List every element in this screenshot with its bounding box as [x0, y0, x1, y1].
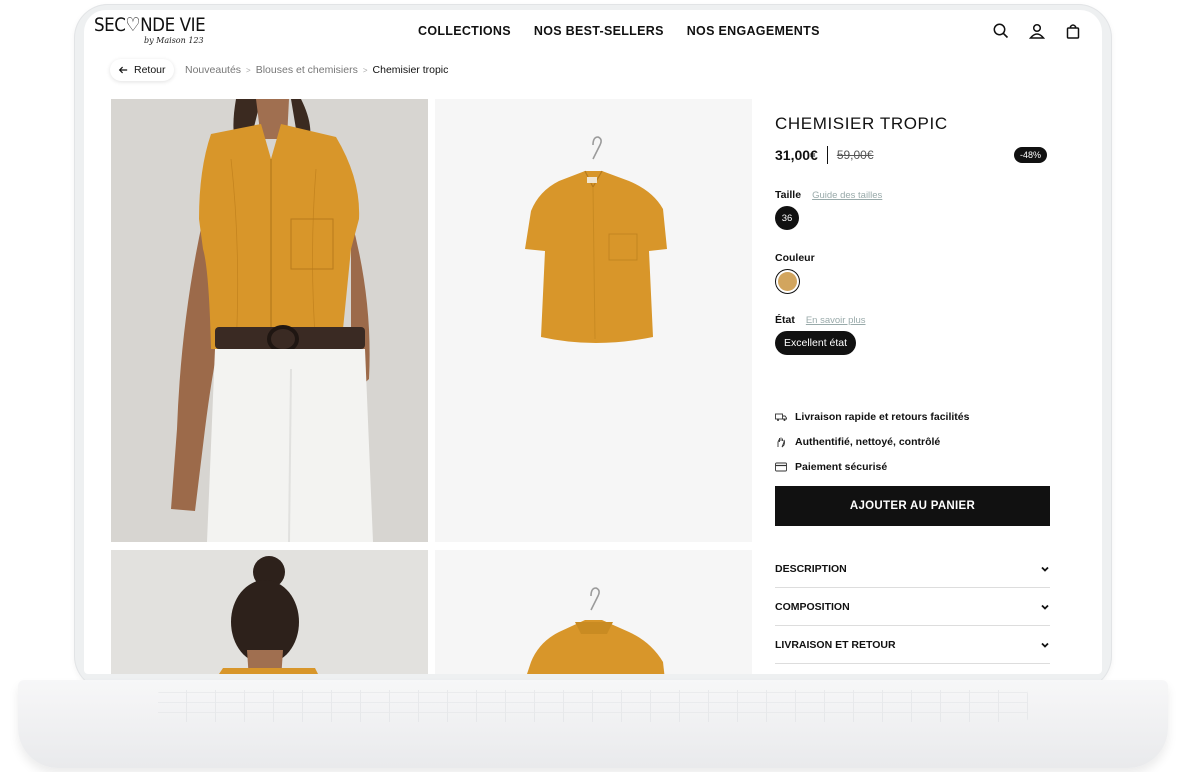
price-current: 31,00€ [775, 147, 818, 163]
color-swatch-fill [778, 272, 797, 291]
discount-badge: -48% [1014, 147, 1048, 163]
size-option-36[interactable]: 36 [775, 206, 799, 230]
price-divider [826, 146, 828, 164]
feature-authentic: Authentifié, nettoyé, contrôlé [775, 436, 940, 448]
back-label: Retour [134, 64, 166, 76]
product-photo-model-back[interactable] [111, 550, 428, 674]
card-icon [775, 462, 787, 472]
accordion-composition-label: COMPOSITION [775, 600, 850, 613]
state-option[interactable]: Excellent état [775, 331, 857, 355]
main-nav: COLLECTIONS NOS BEST-SELLERS NOS ENGAGEM… [418, 24, 820, 38]
size-row: Taille Guide des tailles [775, 189, 882, 201]
breadcrumb-new[interactable]: Nouveautés [185, 64, 241, 76]
product-photo-model-front[interactable] [111, 99, 428, 542]
feature-delivery-text: Livraison rapide et retours facilités [795, 411, 970, 423]
feature-payment-text: Paiement sécurisé [795, 461, 888, 473]
price-old: 59,00€ [836, 148, 874, 162]
nav-best-sellers[interactable]: NOS BEST-SELLERS [534, 24, 664, 38]
feature-payment: Paiement sécurisé [775, 461, 887, 473]
size-label: Taille [775, 189, 802, 201]
size-guide-link[interactable]: Guide des tailles [812, 190, 882, 201]
color-swatch[interactable] [775, 269, 800, 294]
search-icon[interactable] [992, 22, 1010, 40]
add-to-cart-button[interactable]: AJOUTER AU PANIER [775, 486, 1050, 526]
site-header: SEC♡NDE VIE by Maison 123 COLLECTIONS NO… [84, 10, 1102, 54]
logo-text: SEC♡NDE VIE [94, 14, 206, 36]
breadcrumb: Nouveautés > Blouses et chemisiers > Che… [185, 64, 448, 76]
breadcrumb-blouses[interactable]: Blouses et chemisiers [256, 64, 358, 76]
product-title: CHEMISIER TROPIC [775, 114, 948, 133]
chevron-down-icon [1041, 566, 1049, 572]
accordion-description[interactable]: DESCRIPTION [775, 550, 1050, 588]
brand-logo[interactable]: SEC♡NDE VIE by Maison 123 [94, 13, 206, 49]
arrow-left-icon [118, 66, 128, 74]
feature-delivery: Livraison rapide et retours facilités [775, 411, 969, 423]
color-row: Couleur [775, 252, 815, 264]
color-label: Couleur [775, 252, 815, 264]
accordion-composition[interactable]: COMPOSITION [775, 588, 1050, 626]
chevron-down-icon [1041, 642, 1049, 648]
chevron-right-icon: > [362, 65, 368, 75]
product-photo-hanger-front[interactable] [435, 99, 752, 542]
state-label: État [775, 314, 795, 326]
logo-subtitle: by Maison 123 [144, 36, 204, 45]
breadcrumb-current: Chemisier tropic [372, 64, 449, 76]
nav-engagements[interactable]: NOS ENGAGEMENTS [687, 24, 820, 38]
accordion-shipping[interactable]: LIVRAISON ET RETOUR [775, 626, 1050, 664]
browser-screen: SEC♡NDE VIE by Maison 123 COLLECTIONS NO… [84, 10, 1102, 674]
chevron-down-icon [1041, 604, 1049, 610]
product-photo-hanger-back[interactable] [435, 550, 752, 674]
hand-icon [777, 437, 785, 448]
state-more-link[interactable]: En savoir plus [806, 315, 866, 326]
accordion-description-label: DESCRIPTION [775, 562, 847, 575]
header-icons [992, 22, 1082, 40]
accordion-shipping-label: LIVRAISON ET RETOUR [775, 638, 896, 651]
truck-icon [775, 413, 787, 421]
nav-collections[interactable]: COLLECTIONS [418, 24, 511, 38]
back-button[interactable]: Retour [110, 59, 174, 81]
price-row: 31,00€ 59,00€ [775, 146, 874, 164]
feature-authentic-text: Authentifié, nettoyé, contrôlé [795, 436, 941, 448]
user-icon[interactable] [1028, 22, 1046, 40]
bag-icon[interactable] [1064, 22, 1082, 40]
keyboard [158, 690, 1028, 722]
state-row: État En savoir plus [775, 314, 866, 326]
laptop-base [18, 680, 1168, 768]
chevron-right-icon: > [246, 65, 251, 75]
